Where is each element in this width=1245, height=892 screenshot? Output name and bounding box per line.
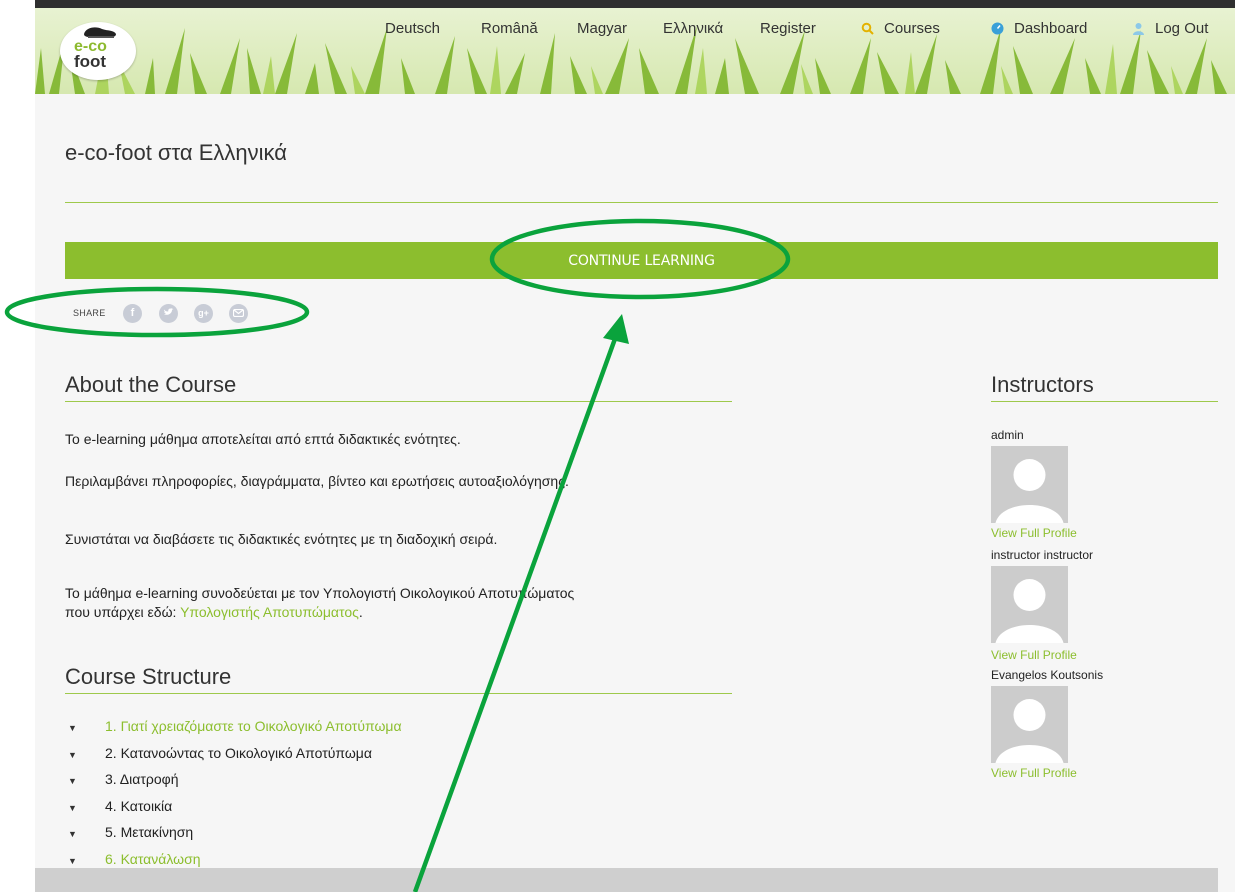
page-frame: e-co foot Deutsch Română Magyar Ελληνικά…: [35, 0, 1235, 892]
search-icon: [861, 22, 874, 35]
bullet-icon: ▼: [68, 723, 77, 733]
avatar[interactable]: [991, 566, 1068, 643]
bullet-icon: ▼: [68, 802, 77, 813]
structure-item[interactable]: ▼ 2. Κατανοώντας το Οικολογικό Αποτύπωμα: [65, 741, 402, 768]
about-paragraph-4-suffix: .: [358, 604, 363, 620]
course-structure-list: ▼ 1. Γιατί χρειαζόμαστε το Οικολογικό Απο…: [65, 714, 402, 873]
structure-item[interactable]: ▼ 5. Μετακίνηση: [65, 820, 402, 847]
structure-item[interactable]: ▼ 3. Διατροφή: [65, 767, 402, 794]
user-icon: [1133, 23, 1144, 35]
view-full-profile-link[interactable]: View Full Profile: [991, 526, 1077, 540]
nav-logout[interactable]: Log Out: [1132, 20, 1208, 37]
about-paragraph-1: Το e-learning μάθημα αποτελείται από επτ…: [65, 431, 461, 447]
structure-item-label: 1. Γιατί χρειαζόμαστε το Οικολογικό Αποτ…: [105, 718, 402, 734]
instructors-heading: Instructors: [991, 372, 1218, 402]
view-full-profile-link[interactable]: View Full Profile: [991, 648, 1077, 662]
twitter-icon[interactable]: [159, 304, 178, 323]
avatar[interactable]: [991, 446, 1068, 523]
about-paragraph-2: Περιλαμβάνει πληροφορίες, διαγράμματα, β…: [65, 473, 569, 489]
dashboard-icon: [991, 22, 1004, 35]
nav-register[interactable]: Register: [760, 20, 816, 37]
about-heading: About the Course: [65, 372, 732, 402]
nav-courses[interactable]: Courses: [861, 20, 940, 37]
footprint-calculator-link[interactable]: Υπολογιστής Αποτυπώματος: [180, 604, 359, 620]
avatar-placeholder-icon: [995, 579, 1064, 643]
structure-item[interactable]: ▼ 4. Κατοικία: [65, 794, 402, 821]
google-plus-icon[interactable]: g+: [194, 304, 213, 323]
main-nav: Deutsch Română Magyar Ελληνικά Register …: [35, 20, 1235, 44]
nav-dashboard[interactable]: Dashboard: [991, 20, 1087, 37]
avatar-placeholder-icon: [995, 459, 1064, 523]
title-divider: [65, 202, 1218, 203]
instructor-name: Evangelos Koutsonis: [991, 668, 1104, 682]
about-paragraph-4-prefix: που υπάρχει εδώ:: [65, 604, 181, 620]
site-header: e-co foot Deutsch Română Magyar Ελληνικά…: [35, 8, 1235, 94]
horizontal-scrollbar[interactable]: [35, 868, 1218, 892]
email-icon[interactable]: [229, 304, 248, 323]
instructor-name: admin: [991, 428, 1024, 442]
continue-learning-button[interactable]: CONTINUE LEARNING: [65, 242, 1218, 279]
page-title: e-co-foot στα Ελληνικά: [65, 140, 287, 165]
top-bar: [35, 0, 1235, 8]
about-paragraph-4: Το μάθημα e-learning συνοδεύεται με τον …: [65, 584, 745, 622]
nav-deutsch[interactable]: Deutsch: [385, 20, 440, 37]
structure-item-label: 5. Μετακίνηση: [105, 824, 194, 840]
logo-text-line2: foot: [74, 52, 107, 71]
nav-courses-label: Courses: [884, 20, 940, 37]
nav-logout-label: Log Out: [1155, 20, 1209, 37]
about-paragraph-3: Συνιστάται να διαβάσετε τις διδακτικές ε…: [65, 531, 498, 547]
bullet-icon: ▼: [68, 776, 77, 786]
instructor-name: instructor instructor: [991, 548, 1094, 562]
facebook-icon[interactable]: f: [123, 304, 142, 323]
nav-ellinika[interactable]: Ελληνικά: [663, 20, 723, 37]
avatar[interactable]: [991, 686, 1068, 763]
structure-item-label: 2. Κατανοώντας το Οικολογικό Αποτύπωμα: [105, 744, 372, 761]
nav-dashboard-label: Dashboard: [1014, 20, 1088, 37]
structure-item[interactable]: ▼ 1. Γιατί χρειαζόμαστε το Οικολογικό Απο…: [65, 714, 402, 741]
share-label: SHARE: [73, 308, 106, 318]
course-structure-heading: Course Structure: [65, 664, 732, 694]
view-full-profile-link[interactable]: View Full Profile: [991, 766, 1077, 780]
nav-romana[interactable]: Română: [481, 20, 538, 37]
bullet-icon: ▼: [68, 749, 77, 760]
structure-item-label: 4. Κατοικία: [105, 797, 173, 814]
structure-item-label: 6. Κατανάλωση: [105, 850, 201, 867]
avatar-placeholder-icon: [995, 699, 1064, 763]
bullet-icon: ▼: [68, 829, 77, 839]
about-paragraph-4-line1: Το μάθημα e-learning συνοδεύεται με τον …: [65, 585, 575, 601]
structure-item-label: 3. Διατροφή: [105, 771, 179, 787]
nav-magyar[interactable]: Magyar: [577, 20, 627, 37]
